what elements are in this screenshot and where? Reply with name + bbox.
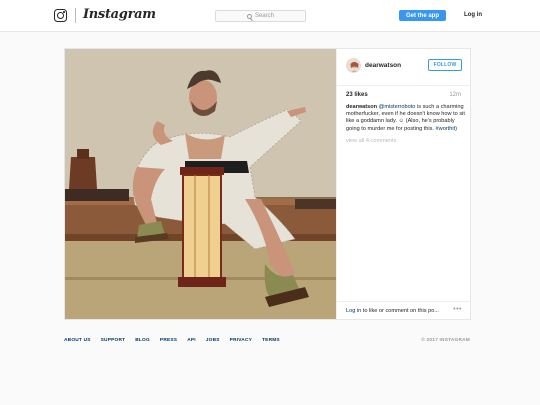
login-to-comment-link[interactable]: Log in xyxy=(346,308,361,314)
view-all-comments-link[interactable]: view all 4 comments xyxy=(346,138,396,144)
follow-button[interactable]: FOLLOW xyxy=(428,59,462,71)
footer-link-api[interactable]: API xyxy=(187,338,196,343)
footer-link-jobs[interactable]: JOBS xyxy=(206,338,220,343)
search-input[interactable]: Search xyxy=(215,10,306,22)
footer-link-about[interactable]: ABOUT US xyxy=(64,338,91,343)
post-card: dearwatson FOLLOW 23 likes 12m dearwatso… xyxy=(64,48,471,320)
footer-links: ABOUT US SUPPORT BLOG PRESS API JOBS PRI… xyxy=(64,338,280,343)
top-navigation-bar: Instagram Search Get the app Log in xyxy=(0,0,540,32)
footer-link-privacy[interactable]: PRIVACY xyxy=(230,338,252,343)
username-link[interactable]: dearwatson xyxy=(365,62,401,69)
footer-link-blog[interactable]: BLOG xyxy=(135,338,150,343)
caption-mention-link[interactable]: @misterroboto xyxy=(379,104,416,110)
instagram-wordmark[interactable]: Instagram xyxy=(83,7,156,22)
post-actions-bar: Log in to like or comment on this po... … xyxy=(337,301,471,319)
post-timestamp[interactable]: 12m xyxy=(449,92,461,98)
login-to-comment-text: to like or comment on this po... xyxy=(361,308,439,314)
ellipsis-icon[interactable]: ••• xyxy=(453,306,462,313)
post-sidebar: dearwatson FOLLOW 23 likes 12m dearwatso… xyxy=(336,49,471,319)
post-caption: dearwatson @misterroboto is such a charm… xyxy=(346,104,467,133)
avatar-image xyxy=(347,59,360,72)
search-icon xyxy=(246,13,252,19)
logo-divider xyxy=(75,8,76,23)
caption-hashtag-link[interactable]: #worthit xyxy=(436,126,456,132)
login-link[interactable]: Log in xyxy=(464,12,482,18)
instagram-camera-icon[interactable] xyxy=(54,9,67,22)
login-to-comment-note: Log in to like or comment on this po... xyxy=(346,308,439,314)
footer-link-support[interactable]: SUPPORT xyxy=(101,338,126,343)
caption-author-link[interactable]: dearwatson xyxy=(346,104,377,110)
post-photo-image xyxy=(65,49,336,319)
caption-text-end: ) xyxy=(455,125,458,132)
search-placeholder: Search xyxy=(254,13,274,19)
footer-link-press[interactable]: PRESS xyxy=(160,338,177,343)
post-photo[interactable] xyxy=(65,49,336,319)
get-the-app-button[interactable]: Get the app xyxy=(399,10,446,21)
post-header: dearwatson FOLLOW xyxy=(337,49,471,86)
likes-count[interactable]: 23 likes xyxy=(346,92,368,98)
footer-link-terms[interactable]: TERMS xyxy=(262,338,280,343)
copyright-text: © 2017 INSTAGRAM xyxy=(421,338,470,343)
avatar[interactable] xyxy=(346,58,361,73)
